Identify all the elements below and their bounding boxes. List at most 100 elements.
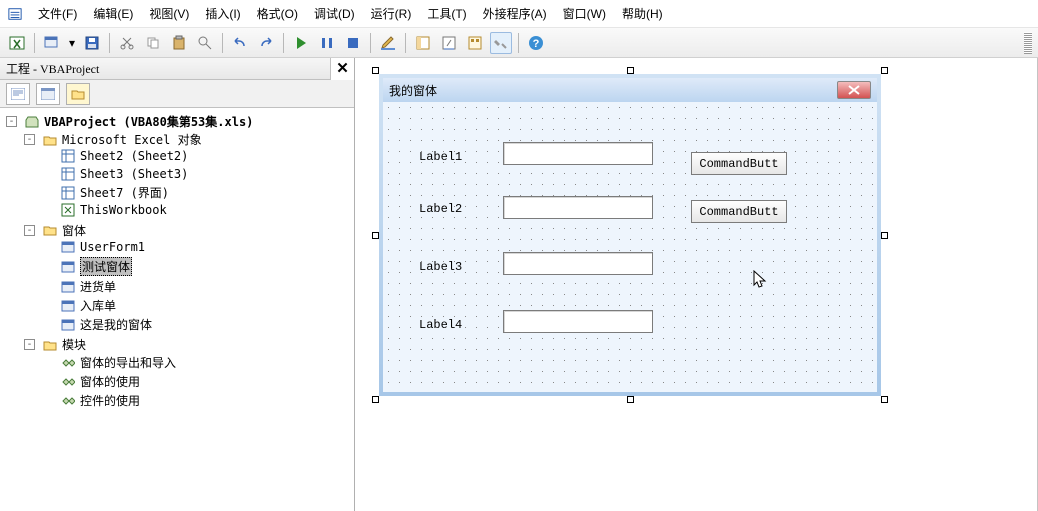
view-code-button[interactable] xyxy=(6,83,30,105)
object-browser-icon[interactable] xyxy=(464,32,486,54)
menu-edit[interactable]: 编辑(E) xyxy=(85,2,141,25)
properties-window-icon[interactable] xyxy=(438,32,460,54)
copy-icon[interactable] xyxy=(142,32,164,54)
undo-icon[interactable] xyxy=(229,32,251,54)
folder-icon xyxy=(42,223,58,237)
resize-handle[interactable] xyxy=(881,396,888,403)
tree-item[interactable]: 入库单 xyxy=(80,297,116,314)
reset-icon[interactable] xyxy=(342,32,364,54)
tree-folder[interactable]: 窗体 xyxy=(62,222,86,239)
userform-icon xyxy=(60,318,76,332)
toolbar-separator xyxy=(518,33,519,53)
help-icon[interactable]: ? xyxy=(525,32,547,54)
collapse-icon[interactable]: - xyxy=(24,225,35,236)
find-icon[interactable] xyxy=(194,32,216,54)
menu-bar: 文件(F) 编辑(E) 视图(V) 插入(I) 格式(O) 调试(D) 运行(R… xyxy=(0,0,1038,28)
menu-debug[interactable]: 调试(D) xyxy=(306,2,363,25)
tree-item[interactable]: ThisWorkbook xyxy=(80,203,167,217)
menu-run[interactable]: 运行(R) xyxy=(363,2,420,25)
form-command-button[interactable]: CommandButt xyxy=(691,200,787,223)
folder-icon xyxy=(42,133,58,147)
form-textbox[interactable] xyxy=(503,196,653,219)
userform-titlebar[interactable]: 我的窗体 xyxy=(383,78,877,102)
userform-close-button[interactable] xyxy=(837,81,871,99)
module-icon xyxy=(60,394,76,408)
panel-title: 工程 - VBAProject xyxy=(6,60,99,77)
save-icon[interactable] xyxy=(81,32,103,54)
form-label[interactable]: Label3 xyxy=(419,260,462,274)
tree-item[interactable]: UserForm1 xyxy=(80,240,145,254)
workbook-icon xyxy=(60,203,76,217)
worksheet-icon xyxy=(60,186,76,200)
menu-tools[interactable]: 工具(T) xyxy=(419,2,474,25)
resize-handle[interactable] xyxy=(627,67,634,74)
design-mode-icon[interactable] xyxy=(377,32,399,54)
app-icon xyxy=(8,7,22,21)
tree-folder[interactable]: 模块 xyxy=(62,336,86,353)
userform-wrapper[interactable]: 我的窗体 Label1 Label2 Label3 Label4 Command… xyxy=(375,70,885,400)
toolbox-icon[interactable] xyxy=(490,32,512,54)
form-designer-canvas[interactable]: 我的窗体 Label1 Label2 Label3 Label4 Command… xyxy=(355,58,1038,511)
form-textbox[interactable] xyxy=(503,310,653,333)
form-command-button[interactable]: CommandButt xyxy=(691,152,787,175)
resize-handle[interactable] xyxy=(881,67,888,74)
mouse-cursor-icon xyxy=(753,270,767,290)
panel-close-button[interactable]: ✕ xyxy=(330,58,354,80)
tree-item[interactable]: 控件的使用 xyxy=(80,392,140,409)
project-tree[interactable]: - VBAProject (VBA80集第53集.xls) - Microsof… xyxy=(0,108,354,511)
menu-format[interactable]: 格式(O) xyxy=(249,2,306,25)
form-textbox[interactable] xyxy=(503,142,653,165)
toolbar: ▾ ? xyxy=(0,28,1038,58)
toolbar-dropdown[interactable]: ▾ xyxy=(67,32,77,54)
userform-icon xyxy=(60,240,76,254)
paste-icon[interactable] xyxy=(168,32,190,54)
menu-file[interactable]: 文件(F) xyxy=(30,2,85,25)
menu-window[interactable]: 窗口(W) xyxy=(555,2,614,25)
tree-item[interactable]: 窗体的使用 xyxy=(80,373,140,390)
resize-handle[interactable] xyxy=(372,232,379,239)
tree-item[interactable]: 进货单 xyxy=(80,278,116,295)
collapse-icon[interactable]: - xyxy=(6,116,17,127)
tree-item[interactable]: Sheet7 (界面) xyxy=(80,184,169,201)
form-label[interactable]: Label1 xyxy=(419,150,462,164)
tree-item[interactable]: 这是我的窗体 xyxy=(80,316,152,333)
userform-body[interactable]: Label1 Label2 Label3 Label4 CommandButt … xyxy=(383,102,877,392)
tree-root[interactable]: VBAProject (VBA80集第53集.xls) xyxy=(44,113,253,130)
insert-userform-icon[interactable] xyxy=(41,32,63,54)
panel-toolbar xyxy=(0,80,354,108)
project-explorer-icon[interactable] xyxy=(412,32,434,54)
project-explorer-panel: 工程 - VBAProject ✕ - VBAProject (VBA80集第5… xyxy=(0,58,355,511)
toolbar-separator xyxy=(283,33,284,53)
break-icon[interactable] xyxy=(316,32,338,54)
menu-addins[interactable]: 外接程序(A) xyxy=(475,2,555,25)
tree-item[interactable]: Sheet3 (Sheet3) xyxy=(80,167,188,181)
form-label[interactable]: Label2 xyxy=(419,202,462,216)
resize-handle[interactable] xyxy=(627,396,634,403)
folder-icon xyxy=(42,338,58,352)
collapse-icon[interactable]: - xyxy=(24,339,35,350)
form-textbox[interactable] xyxy=(503,252,653,275)
resize-handle[interactable] xyxy=(372,396,379,403)
run-icon[interactable] xyxy=(290,32,312,54)
worksheet-icon xyxy=(60,149,76,163)
cut-icon[interactable] xyxy=(116,32,138,54)
module-icon xyxy=(60,375,76,389)
userform-frame[interactable]: 我的窗体 Label1 Label2 Label3 Label4 Command… xyxy=(379,74,881,396)
resize-handle[interactable] xyxy=(881,232,888,239)
tree-item-selected[interactable]: 测试窗体 xyxy=(80,257,132,276)
tree-item[interactable]: Sheet2 (Sheet2) xyxy=(80,149,188,163)
toggle-folders-button[interactable] xyxy=(66,83,90,105)
resize-handle[interactable] xyxy=(372,67,379,74)
form-label[interactable]: Label4 xyxy=(419,318,462,332)
menu-help[interactable]: 帮助(H) xyxy=(614,2,671,25)
collapse-icon[interactable]: - xyxy=(24,134,35,145)
menu-view[interactable]: 视图(V) xyxy=(141,2,197,25)
view-excel-icon[interactable] xyxy=(6,32,28,54)
redo-icon[interactable] xyxy=(255,32,277,54)
tree-item[interactable]: 窗体的导出和导入 xyxy=(80,354,176,371)
menu-insert[interactable]: 插入(I) xyxy=(197,2,248,25)
tree-folder[interactable]: Microsoft Excel 对象 xyxy=(62,131,202,148)
view-object-button[interactable] xyxy=(36,83,60,105)
userform-icon xyxy=(60,260,76,274)
userform-icon xyxy=(60,280,76,294)
